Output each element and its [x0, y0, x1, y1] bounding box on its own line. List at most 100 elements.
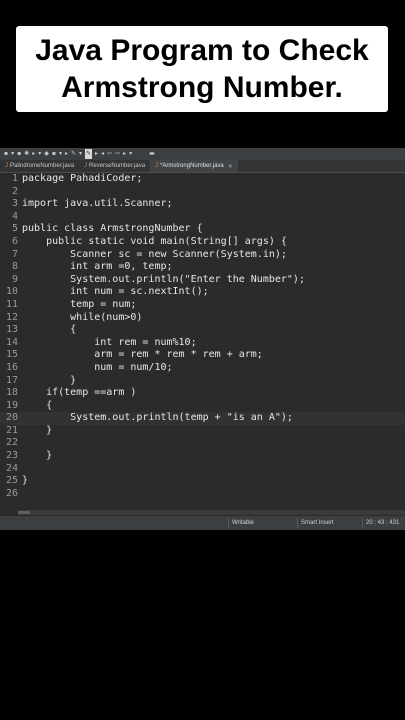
java-file-icon: J [155, 163, 159, 169]
code-text: int rem = num%10; [22, 336, 197, 348]
close-icon[interactable]: ✕ [228, 163, 233, 170]
code-line: 5 public class ArmstrongNumber { [0, 223, 405, 236]
code-text: { [22, 399, 53, 411]
run-icon[interactable]: ▸ [32, 149, 35, 159]
code-line: 4 [0, 211, 405, 224]
status-writable: Writable [228, 518, 254, 528]
line-number: 8 [11, 261, 18, 273]
code-line: 25} [0, 475, 405, 488]
mark-occurrences-icon[interactable]: ▾ [79, 149, 82, 159]
code-line: 11 temp = num; [0, 299, 405, 312]
code-line: 13 { [0, 324, 405, 337]
code-line: 10 int num = sc.nextInt(); [0, 286, 405, 299]
code-text: int arm =0, temp; [22, 261, 173, 273]
tab-label: ReverseNumber.java [89, 163, 146, 169]
line-number: 4 [11, 210, 18, 222]
line-number: 3 [11, 198, 18, 210]
code-text: public class ArmstrongNumber { [22, 223, 203, 235]
save-icon[interactable]: ▾ [11, 149, 14, 159]
annotation-next-icon[interactable]: ▸ [95, 149, 98, 159]
code-line: 14 int rem = num%10; [0, 337, 405, 350]
annotation-prev-icon[interactable]: ◂ [101, 149, 104, 159]
line-number: 2 [11, 185, 18, 197]
tab-armstrong-number[interactable]: J *ArmstrongNumber.java ✕ [150, 160, 238, 172]
status-insert-mode: Smart Insert [297, 518, 334, 528]
ide-window: ▪ ▾ ▪ ✱ ▸ ▾ ◆ ▪ ▾ ▸ ✎ ▾ ✎ ▸ ◂ ⇦ ⇨ ▸ ▾ ▬ … [0, 148, 405, 530]
open-type-icon[interactable]: ▸ [65, 149, 68, 159]
line-number: 23 [5, 450, 18, 462]
title-banner: Java Program to Check Armstrong Number. [16, 26, 388, 112]
line-number: 24 [5, 462, 18, 474]
line-number: 20 [5, 412, 18, 424]
tab-reverse-number[interactable]: J ReverseNumber.java [79, 160, 150, 172]
coverage-icon[interactable]: ▾ [38, 149, 41, 159]
tab-label: *ArmstrongNumber.java [160, 163, 224, 169]
code-text: } [22, 374, 77, 386]
forward-icon[interactable]: ⇨ [115, 149, 120, 159]
package-icon[interactable]: ▪ [52, 149, 56, 159]
code-text: num = num/10; [22, 361, 173, 373]
back-icon[interactable]: ⇦ [107, 149, 112, 159]
code-line: 9 System.out.println("Enter the Number")… [0, 274, 405, 287]
line-number: 12 [5, 311, 18, 323]
code-text: } [22, 475, 29, 487]
code-line: 16 num = num/10; [0, 362, 405, 375]
print-icon[interactable]: ▪ [17, 149, 21, 159]
window-icon[interactable]: ▬ [149, 149, 155, 159]
horizontal-scrollbar[interactable] [18, 510, 405, 515]
line-number: 21 [5, 424, 18, 436]
code-line: 21 } [0, 425, 405, 438]
code-text: System.out.println("Enter the Number"); [22, 273, 305, 285]
code-text: System.out.println(temp + "is an A"); [22, 412, 293, 424]
line-number: 14 [5, 336, 18, 348]
line-number: 7 [11, 248, 18, 260]
line-number: 11 [5, 298, 18, 310]
code-text: temp = num; [22, 298, 137, 310]
scrollbar-thumb[interactable] [18, 511, 30, 514]
code-text: arm = rem * rem * rem + arm; [22, 349, 263, 361]
search-icon[interactable]: ✎ [71, 149, 76, 159]
line-number: 5 [11, 223, 18, 235]
line-number: 9 [11, 273, 18, 285]
code-text: import java.util.Scanner; [22, 198, 173, 210]
code-line: 3 import java.util.Scanner; [0, 198, 405, 211]
new-icon[interactable]: ▪ [4, 149, 8, 159]
code-text: if(temp ==arm ) [22, 387, 137, 399]
title-line-2: Armstrong Number. [61, 71, 343, 104]
code-text: } [22, 424, 53, 436]
code-line: 19 { [0, 400, 405, 413]
code-line: 2 [0, 186, 405, 199]
code-line-current: 20 System.out.println(temp + "is an A"); [0, 412, 405, 425]
line-number: 16 [5, 361, 18, 373]
code-line: 18 if(temp ==arm ) [0, 387, 405, 400]
line-number: 15 [5, 349, 18, 361]
code-text: int num = sc.nextInt(); [22, 286, 209, 298]
toggle-icon[interactable]: ✎ [85, 149, 93, 159]
code-editor[interactable]: 1 package PahadiCoder; 2 3 import java.uti… [0, 173, 405, 513]
code-line: 24 [0, 463, 405, 476]
tab-palindrome-number[interactable]: J PalindromeNumber.java [0, 160, 79, 172]
code-text: { [22, 324, 77, 336]
code-line: 6 public static void main(String[] args)… [0, 236, 405, 249]
line-number: 10 [5, 286, 18, 298]
history-icon[interactable]: ▾ [129, 149, 132, 159]
status-cursor-position: 20 : 43 : 431 [362, 518, 399, 528]
pin-icon[interactable]: ▸ [123, 149, 126, 159]
build-icon[interactable]: ◆ [44, 149, 49, 159]
line-number: 17 [5, 374, 18, 386]
code-text: } [22, 450, 53, 462]
code-line: 22 [0, 437, 405, 450]
toolbar: ▪ ▾ ▪ ✱ ▸ ▾ ◆ ▪ ▾ ▸ ✎ ▾ ✎ ▸ ◂ ⇦ ⇨ ▸ ▾ ▬ [0, 148, 405, 160]
status-bar: Writable Smart Insert 20 : 43 : 431 [0, 516, 405, 530]
code-text: public static void main(String[] args) { [22, 235, 287, 247]
java-file-icon: J [5, 163, 8, 169]
code-text: package PahadiCoder; [22, 173, 143, 184]
line-number: 25 [5, 475, 18, 487]
code-text: while(num>0) [22, 311, 143, 323]
code-line: 8 int arm =0, temp; [0, 261, 405, 274]
line-number: 22 [5, 437, 18, 449]
class-icon[interactable]: ▾ [59, 149, 62, 159]
code-line: 12 while(num>0) [0, 312, 405, 325]
line-number: 19 [5, 399, 18, 411]
debug-icon[interactable]: ✱ [24, 149, 29, 159]
